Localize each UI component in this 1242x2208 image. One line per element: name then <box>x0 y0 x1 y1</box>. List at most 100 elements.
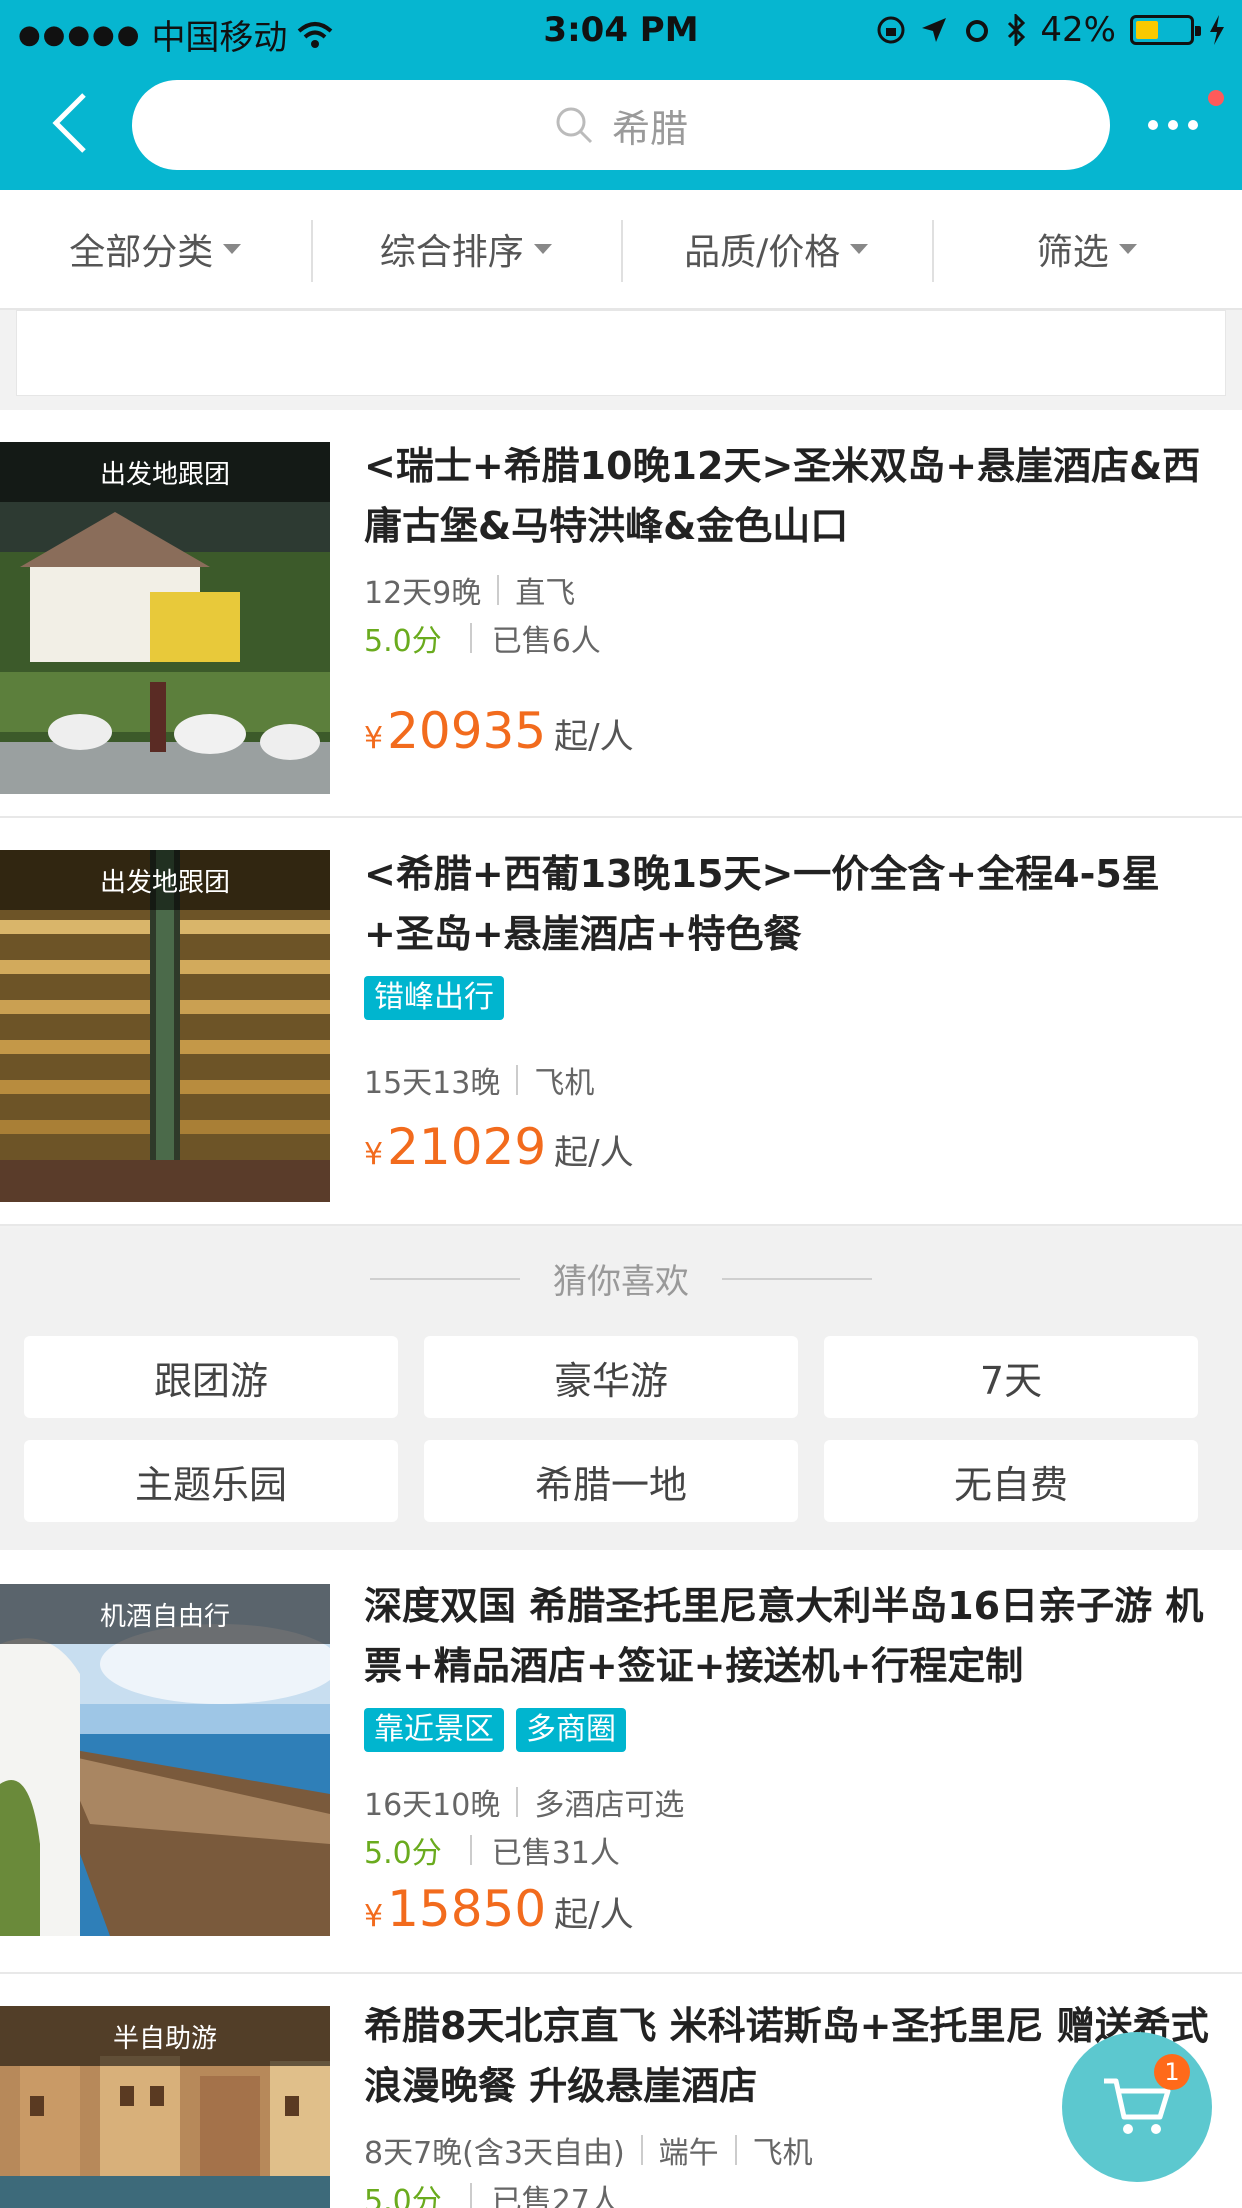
product-sold: 已售27人 <box>491 2184 620 2208</box>
product-sold: 已售31人 <box>491 1836 620 1871</box>
battery-percent: 42% <box>1040 10 1116 50</box>
product-image: 出发地跟团 <box>0 442 330 794</box>
filter-label: 综合排序 <box>379 232 524 273</box>
divider <box>734 2135 737 2165</box>
product-score: 5.0分 <box>364 2184 442 2208</box>
filter-category[interactable]: 全部分类 <box>0 190 311 308</box>
product-duration: 8天7晚(含3天自由) <box>364 2136 625 2171</box>
product-duration: 12天9晚 <box>364 576 482 611</box>
empty-banner-card <box>16 310 1226 396</box>
product-title: <希腊+西葡13晚15天>一价全含+全程4-5星+圣岛+悬崖酒店+特色餐 <box>364 852 1160 956</box>
divider <box>469 623 472 653</box>
tag-chip[interactable]: 主题乐园 <box>24 1440 398 1522</box>
price-row: ¥ 21029 起/人 <box>364 1118 634 1176</box>
product-score: 5.0分 <box>364 624 442 659</box>
location-arrow-icon <box>922 18 947 42</box>
tag-chip[interactable]: 无自费 <box>824 1440 1198 1522</box>
price-row: ¥ 15850 起/人 <box>364 1880 634 1938</box>
caret-down-icon <box>533 244 552 254</box>
status-bar: ●●●●● 中国移动 3:04 PM 42% <box>0 0 1242 60</box>
feature-badge: 靠近景区 <box>364 1708 504 1752</box>
alarm-icon <box>966 20 989 42</box>
product-title: <瑞士+希腊10晚12天>圣米双岛+悬崖酒店&西庸古堡&马特洪峰&金色山口 <box>364 444 1201 548</box>
status-right: 42% <box>876 10 1226 50</box>
product-transport: 直飞 <box>515 576 576 611</box>
cart-count-badge: 1 <box>1154 2054 1190 2090</box>
caret-down-icon <box>1118 244 1137 254</box>
product-hotel: 多酒店可选 <box>534 1788 685 1823</box>
product-meta: 8天7晚(含3天自由) 端午 飞机 <box>364 2128 813 2172</box>
cart-button[interactable]: 1 <box>1062 2032 1212 2182</box>
search-icon <box>556 107 593 144</box>
currency-symbol: ¥ <box>364 1899 384 1934</box>
feature-badge: 多商圈 <box>516 1708 626 1752</box>
product-meta: 15天13晚 飞机 <box>364 1058 594 1102</box>
product-stats: 5.0分 已售27人 <box>364 2176 620 2208</box>
tag-chip[interactable]: 希腊一地 <box>424 1440 798 1522</box>
filter-label: 品质/价格 <box>684 232 841 273</box>
product-price: 15850 <box>387 1880 547 1938</box>
tag-chip[interactable]: 跟团游 <box>24 1336 398 1418</box>
filter-label: 筛选 <box>1036 232 1109 273</box>
rotation-lock-icon <box>877 16 905 44</box>
product-duration: 16天10晚 <box>364 1788 501 1823</box>
badge-list: 错峰出行 <box>364 976 504 1020</box>
filter-bar: 全部分类 综合排序 品质/价格 筛选 <box>0 190 1242 310</box>
product-transport: 飞机 <box>752 2136 813 2171</box>
divider <box>469 2183 472 2208</box>
charging-bolt-icon <box>1210 15 1224 45</box>
price-unit: 起/人 <box>554 717 634 757</box>
product-type-tag: 半自助游 <box>0 2006 330 2066</box>
divider <box>516 1787 519 1817</box>
feature-badge: 错峰出行 <box>364 976 504 1020</box>
badge-list: 靠近景区 多商圈 <box>364 1708 626 1752</box>
filter-label: 全部分类 <box>69 232 214 273</box>
divider <box>469 1835 472 1865</box>
product-card[interactable]: 半自助游 希腊8天北京直飞 米科诺斯岛+圣托里尼 赠送希式浪漫晚餐 升级悬崖酒店… <box>0 1974 1242 2208</box>
top-header: ●●●●● 中国移动 3:04 PM 42% 希腊 <box>0 0 1242 190</box>
currency-symbol: ¥ <box>364 1137 384 1172</box>
section-title: 猜你喜欢 <box>553 1262 689 1302</box>
product-image: 出发地跟团 <box>0 850 330 1202</box>
product-type-tag: 出发地跟团 <box>0 442 330 502</box>
product-image: 半自助游 <box>0 2006 330 2208</box>
price-unit: 起/人 <box>554 1133 634 1173</box>
filter-sort[interactable]: 综合排序 <box>310 190 622 308</box>
divider <box>497 575 500 605</box>
price-row: ¥ 20935 起/人 <box>364 702 634 760</box>
notification-dot <box>1208 90 1224 106</box>
product-stats: 5.0分 已售6人 <box>364 616 601 660</box>
currency-symbol: ¥ <box>364 721 384 756</box>
battery-icon <box>1130 15 1201 45</box>
product-card[interactable]: 机酒自由行 深度双国 希腊圣托里尼意大利半岛16日亲子游 机票+精品酒店+签证+… <box>0 1550 1242 1974</box>
tag-chip[interactable]: 7天 <box>824 1336 1198 1418</box>
guess-you-like-section: 猜你喜欢 跟团游 豪华游 7天 主题乐园 希腊一地 无自费 <box>0 1228 1242 1550</box>
product-duration: 15天13晚 <box>364 1066 501 1101</box>
product-price: 20935 <box>387 702 547 760</box>
caret-down-icon <box>223 244 242 254</box>
search-input[interactable]: 希腊 <box>132 80 1110 170</box>
bluetooth-icon <box>1008 14 1026 46</box>
product-type-tag: 出发地跟团 <box>0 850 330 910</box>
divider <box>640 2135 643 2165</box>
product-meta: 12天9晚 直飞 <box>364 568 575 612</box>
filter-quality-price[interactable]: 品质/价格 <box>621 190 932 308</box>
divider <box>516 1065 519 1095</box>
product-type-tag: 机酒自由行 <box>0 1584 330 1644</box>
product-image: 机酒自由行 <box>0 1584 330 1936</box>
product-season: 端午 <box>658 2136 719 2171</box>
product-card[interactable]: 出发地跟团 <希腊+西葡13晚15天>一价全含+全程4-5星+圣岛+悬崖酒店+特… <box>0 818 1242 1226</box>
product-title: 深度双国 希腊圣托里尼意大利半岛16日亲子游 机票+精品酒店+签证+接送机+行程… <box>364 1584 1204 1688</box>
product-price: 21029 <box>387 1118 547 1176</box>
tag-chip[interactable]: 豪华游 <box>424 1336 798 1418</box>
product-sold: 已售6人 <box>491 624 601 659</box>
filter-screen[interactable]: 筛选 <box>931 190 1242 308</box>
caret-down-icon <box>850 244 869 254</box>
chevron-left-icon <box>52 93 86 153</box>
product-stats: 5.0分 已售31人 <box>364 1828 620 1872</box>
product-score: 5.0分 <box>364 1836 442 1871</box>
product-card[interactable]: 出发地跟团 <瑞士+希腊10晚12天>圣米双岛+悬崖酒店&西庸古堡&马特洪峰&金… <box>0 410 1242 818</box>
back-button[interactable] <box>40 88 100 158</box>
more-menu-button[interactable] <box>1140 90 1224 150</box>
search-placeholder: 希腊 <box>611 106 688 151</box>
